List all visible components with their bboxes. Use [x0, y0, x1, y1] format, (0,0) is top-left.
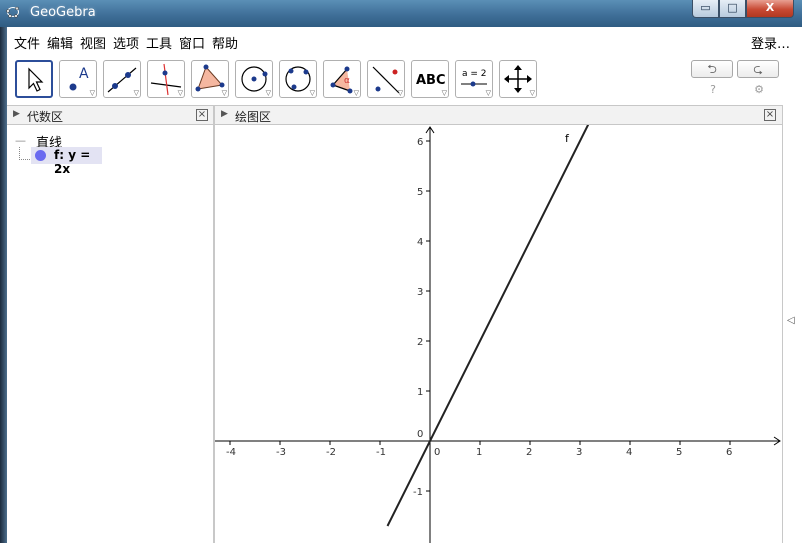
- y-tick-label: 4: [417, 237, 423, 248]
- y-tick-label: 2: [417, 337, 423, 348]
- collapse-panel-icon[interactable]: ◁: [787, 315, 795, 326]
- menu-options[interactable]: 选项: [113, 33, 139, 52]
- text-tool-label: ABC: [416, 73, 446, 88]
- submenu-triangle-icon: ▽: [221, 89, 227, 97]
- x-tick-label: 1: [476, 447, 482, 458]
- reflect-tool-button[interactable]: ▽: [367, 60, 405, 98]
- line-tool-button[interactable]: ▽: [103, 60, 141, 98]
- expand-arrow-icon[interactable]: ▶: [221, 109, 228, 119]
- login-link[interactable]: 登录…: [751, 33, 790, 52]
- close-button[interactable]: X: [746, 0, 794, 18]
- algebra-object-label[interactable]: f: y = 2x: [54, 148, 102, 176]
- menu-view[interactable]: 视图: [80, 33, 106, 52]
- x-tick-label: 6: [726, 447, 732, 458]
- submenu-triangle-icon: ▽: [441, 89, 447, 97]
- algebra-object-row[interactable]: f: y = 2x: [31, 147, 102, 176]
- y-tick-label: 6: [417, 137, 423, 148]
- x-tick-label: -3: [276, 447, 286, 458]
- algebra-view-title: 代数区: [27, 110, 64, 124]
- maximize-button[interactable]: □: [719, 0, 746, 18]
- submenu-triangle-icon: ▽: [133, 89, 139, 97]
- algebra-view-header: ▶ 代数区 ×: [7, 105, 214, 125]
- submenu-triangle-icon: ▽: [309, 89, 315, 97]
- toolbar: A ▽ ▽ ▽ ▽ ▽ ▽ α ▽ ▽ ABC ▽ a = 2 ▽ ▽ ⮌ ⮎ …: [7, 55, 802, 105]
- function-f-label: f: [565, 132, 570, 145]
- geogebra-app-icon: [6, 6, 19, 18]
- help-icon[interactable]: ?: [706, 83, 720, 97]
- close-algebra-view-button[interactable]: ×: [196, 109, 208, 121]
- x-tick-label: 2: [526, 447, 532, 458]
- submenu-triangle-icon: ▽: [485, 89, 491, 97]
- text-tool-button[interactable]: ABC ▽: [411, 60, 449, 98]
- y-tick-label: -1: [413, 487, 423, 498]
- submenu-triangle-icon: ▽: [353, 89, 359, 97]
- move-tool-button[interactable]: [15, 60, 53, 98]
- function-f-line: [386, 125, 590, 527]
- redo-button[interactable]: ⮎: [737, 60, 779, 78]
- conic-tool-button[interactable]: ▽: [279, 60, 317, 98]
- submenu-triangle-icon: ▽: [89, 89, 95, 97]
- x-tick-label: -4: [226, 447, 236, 458]
- undo-button[interactable]: ⮌: [691, 60, 733, 78]
- angle-tool-alpha: α: [344, 76, 350, 86]
- submenu-triangle-icon: ▽: [397, 89, 403, 97]
- window-title: GeoGebra: [30, 5, 96, 20]
- right-sidebar: ◁: [782, 105, 802, 543]
- cursor-arrow-icon: [28, 67, 44, 92]
- circle-tool-button[interactable]: ▽: [235, 60, 273, 98]
- collapse-icon[interactable]: —: [15, 134, 26, 147]
- graphics-canvas[interactable]: -4 -3 -2 -1 0 1 2 3 4 5 6 0 -1 1 2 3 4 5 6 f: [215, 125, 782, 543]
- y-tick-label: 5: [417, 187, 423, 198]
- menu-window[interactable]: 窗口: [179, 33, 205, 52]
- graphics-view-title: 绘图区: [235, 110, 272, 124]
- point-tool-button[interactable]: A ▽: [59, 60, 97, 98]
- polygon-tool-button[interactable]: ▽: [191, 60, 229, 98]
- graphics-view-header: ▶ 绘图区 ×: [215, 105, 782, 125]
- slider-tool-button[interactable]: a = 2 ▽: [455, 60, 493, 98]
- x-tick-label: -1: [376, 447, 386, 458]
- submenu-triangle-icon: ▽: [265, 89, 271, 97]
- menu-file[interactable]: 文件: [14, 33, 40, 52]
- title-bar: GeoGebra ▭ □ X: [0, 0, 802, 27]
- menu-tools[interactable]: 工具: [146, 33, 172, 52]
- slider-tool-label: a = 2: [462, 69, 487, 79]
- menu-bar: 文件 编辑 视图 选项 工具 窗口 帮助 登录…: [7, 27, 802, 56]
- algebra-view: — 直线 f: y = 2x: [7, 125, 213, 543]
- x-tick-label: 3: [576, 447, 582, 458]
- x-tick-label: 5: [676, 447, 682, 458]
- window-frame-left: [0, 27, 7, 543]
- minimize-button[interactable]: ▭: [692, 0, 719, 18]
- x-tick-label: 4: [626, 447, 632, 458]
- angle-tool-button[interactable]: α ▽: [323, 60, 361, 98]
- point-tool-letter: A: [79, 66, 89, 82]
- y-tick-label: 3: [417, 287, 423, 298]
- expand-arrow-icon[interactable]: ▶: [13, 109, 20, 119]
- y-zero-label: 0: [417, 429, 423, 440]
- close-graphics-view-button[interactable]: ×: [764, 109, 776, 121]
- settings-icon[interactable]: ⚙: [752, 83, 766, 97]
- move-graphics-tool-button[interactable]: ▽: [499, 60, 537, 98]
- visibility-toggle-icon[interactable]: [35, 150, 46, 161]
- menu-edit[interactable]: 编辑: [47, 33, 73, 52]
- menu-help[interactable]: 帮助: [212, 33, 238, 52]
- x-tick-label: 0: [434, 447, 440, 458]
- perpendicular-line-tool-button[interactable]: ▽: [147, 60, 185, 98]
- tree-connector: [19, 147, 30, 160]
- submenu-triangle-icon: ▽: [529, 89, 535, 97]
- x-tick-label: -2: [326, 447, 336, 458]
- graphics-view[interactable]: -4 -3 -2 -1 0 1 2 3 4 5 6 0 -1 1 2 3 4 5 6 f: [215, 125, 782, 543]
- submenu-triangle-icon: ▽: [177, 89, 183, 97]
- y-tick-label: 1: [417, 387, 423, 398]
